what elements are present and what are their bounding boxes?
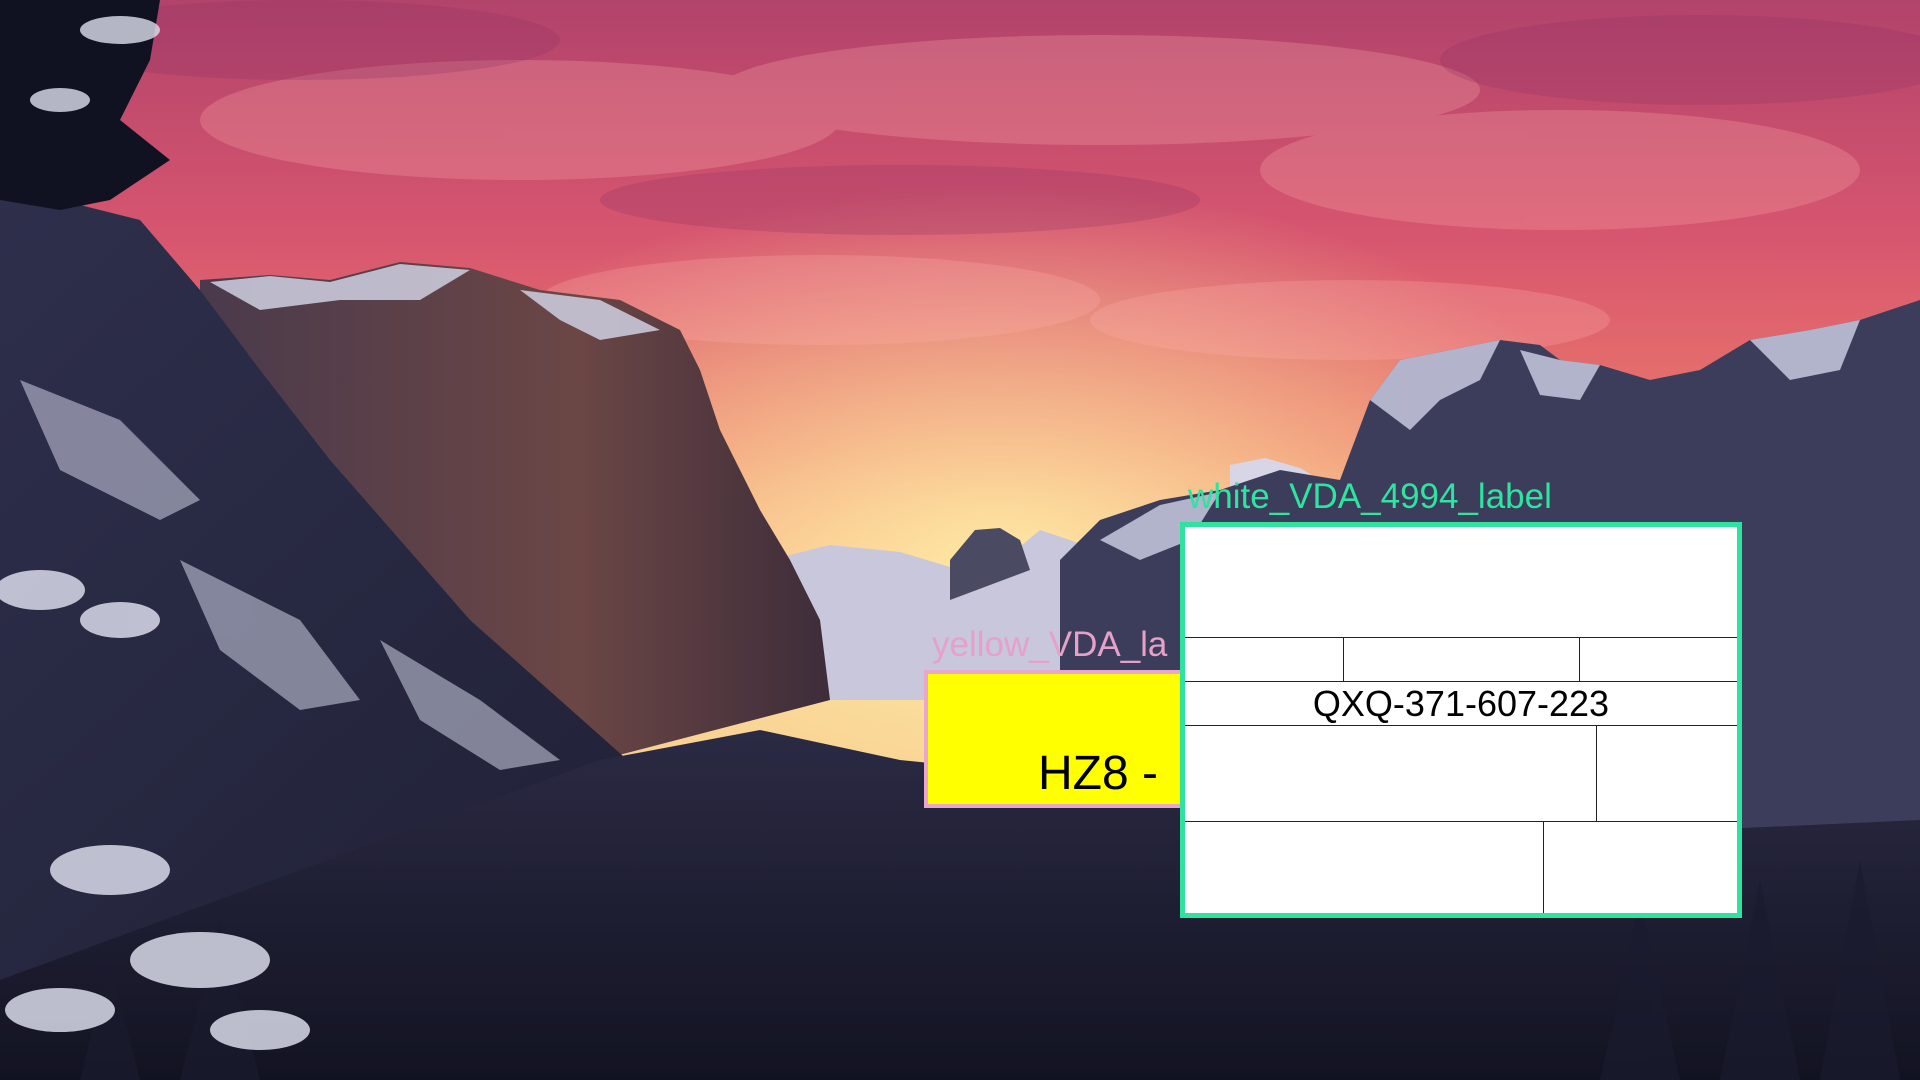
label-code-text: QXQ-371-607-223	[1312, 683, 1610, 724]
label-cell	[1185, 638, 1344, 681]
label-row-bottom	[1185, 822, 1737, 913]
white-label-box: QXQ-371-607-223	[1180, 522, 1742, 918]
label-row-tall	[1185, 726, 1737, 822]
label-cell	[1185, 822, 1544, 913]
yellow-label-box: HZ8 -	[924, 670, 1190, 808]
label-row-cells	[1185, 638, 1737, 682]
label-cell	[1344, 638, 1580, 681]
scene: yellow_VDA_la HZ8 - white_VDA_4994_label…	[0, 0, 1920, 1080]
yellow-label-caption: yellow_VDA_la	[932, 625, 1168, 664]
yellow-label-text: HZ8 -	[1038, 747, 1158, 800]
label-row-code: QXQ-371-607-223	[1185, 682, 1737, 726]
white-label-caption: white_VDA_4994_label	[1188, 477, 1552, 516]
label-cell	[1185, 726, 1597, 821]
label-header-area	[1185, 527, 1737, 638]
